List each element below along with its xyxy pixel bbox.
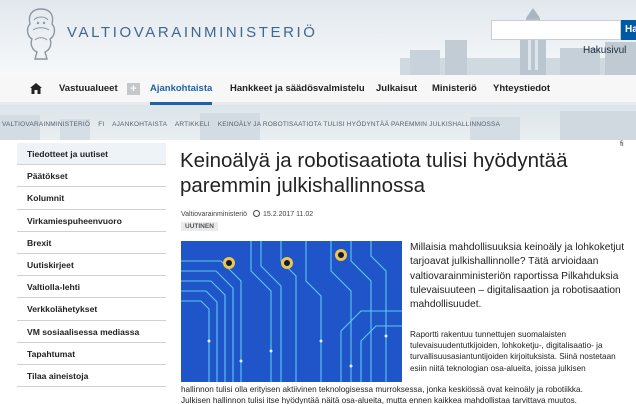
article-lead: Millaisia mahdollisuuksia keinoäly ja lo… [410,241,636,312]
breadcrumb-item-fi[interactable]: FI [98,121,104,128]
sidebar: Tiedotteet ja uutiset Päätökset Kolumnit… [17,143,166,388]
article-meta: Valtiovarainministeriö 15.2.2017 11.02 [181,210,313,218]
sidebar-item-paatokset[interactable]: Päätökset [17,165,166,188]
sidebar-item-brexit[interactable]: Brexit [17,231,166,254]
clock-icon [253,210,261,217]
article-body-continued: hallinnon tulisi olla erityisen aktiivin… [181,384,636,404]
expand-plus-icon[interactable]: + [127,83,140,95]
sidebar-item-valtiolla-lehti[interactable]: Valtiolla-lehti [17,276,166,299]
article-type-badge: UUTINEN [181,222,218,231]
sidebar-item-kolumnit[interactable]: Kolumnit [17,187,166,210]
article-date: 15.2.2017 11.02 [263,211,314,218]
nav-item-julkaisut[interactable]: Julkaisut [376,75,417,102]
breadcrumb-item-home[interactable]: VALTIOVARAINMINISTERIÖ [2,121,90,128]
article-author: Valtiovarainministeriö [181,211,248,218]
breadcrumb-item-current: KEINOÄLY JA ROBOTISAATIOTA TULISI HYÖDYN… [217,121,501,128]
advanced-search-link[interactable]: Hakusivul [583,45,626,56]
search-button[interactable]: Ha [621,20,636,40]
lion-crest-logo [26,8,56,60]
language-link[interactable]: fi [620,141,624,148]
circuit-board-image [181,241,402,382]
sidebar-item-tapahtumat[interactable]: Tapahtumat [17,342,166,365]
nav-item-ajankohtaista[interactable]: Ajankohtaista [150,75,213,105]
breadcrumb: VALTIOVARAINMINISTERIÖ FI AJANKOHTAISTA … [2,121,506,128]
body-line: hallinnon tulisi olla erityisen aktiivin… [181,385,583,394]
sidebar-item-verkkolahetykset[interactable]: Verkkolähetykset [17,298,166,321]
home-icon[interactable] [30,83,42,94]
lead-line: tulevaisuuteen – digitalisaation ja robo… [410,284,621,296]
body-line: Raportti rakentuu tunnettujen suomalaist… [410,330,567,339]
sidebar-item-tiedotteet[interactable]: Tiedotteet ja uutiset [17,143,166,166]
sidebar-item-uutiskirjeet[interactable]: Uutiskirjeet [17,253,166,277]
body-line: Julkisen hallinnon tulisi itse hyödyntää… [181,396,577,404]
sidebar-item-virkamiespuheenvuoro[interactable]: Virkamiespuheenvuoro [17,209,166,232]
article-body: Raportti rakentuu tunnettujen suomalaist… [410,329,636,374]
lead-line: tarjoavat julkishallinnolle? Tätä arvioi… [410,256,599,268]
nav-item-yhteystiedot[interactable]: Yhteystiedot [493,75,550,102]
main-navigation: Vastuualueet Ajankohtaista Hankkeet ja s… [0,75,636,105]
breadcrumb-item-artikkeli[interactable]: ARTIKKELI [175,121,210,128]
body-line: turvallisuusasiantuntijoiden kirjoituksi… [410,352,616,362]
lead-line: mahdollisuudet. [410,299,482,311]
sidebar-item-vm-some[interactable]: VM sosiaalisessa mediassa [17,320,166,343]
body-line: esiin niitä teknologian osa-alueita, joi… [410,363,586,373]
page-title: Keinoälyä ja robotisaatiota tulisi hyödy… [180,149,568,197]
sidebar-item-tilaa-aineistoja[interactable]: Tilaa aineistoja [17,364,166,388]
breadcrumb-band: VALTIOVARAINMINISTERIÖ FI AJANKOHTAISTA … [0,105,636,140]
site-header: VALTIOVARAINMINISTERIÖ Ha Hakusivul [0,0,636,75]
breadcrumb-item-ajankohtaista[interactable]: AJANKOHTAISTA [112,121,167,128]
nav-item-ministerio[interactable]: Ministeriö [432,75,477,102]
nav-item-vastuualueet[interactable]: Vastuualueet [59,75,118,102]
search-input[interactable] [491,20,621,40]
ministry-name: VALTIOVARAINMINISTERIÖ [67,24,318,41]
lead-line: valtiovarainministeriön raportissa Pilka… [410,270,619,282]
nav-item-hankkeet[interactable]: Hankkeet ja säädösvalmistelu [230,75,365,102]
lead-line: Millaisia mahdollisuuksia keinoäly ja lo… [410,242,625,253]
body-line: tulevaisuudentutkijoiden, lohkoketju-, d… [410,341,603,351]
